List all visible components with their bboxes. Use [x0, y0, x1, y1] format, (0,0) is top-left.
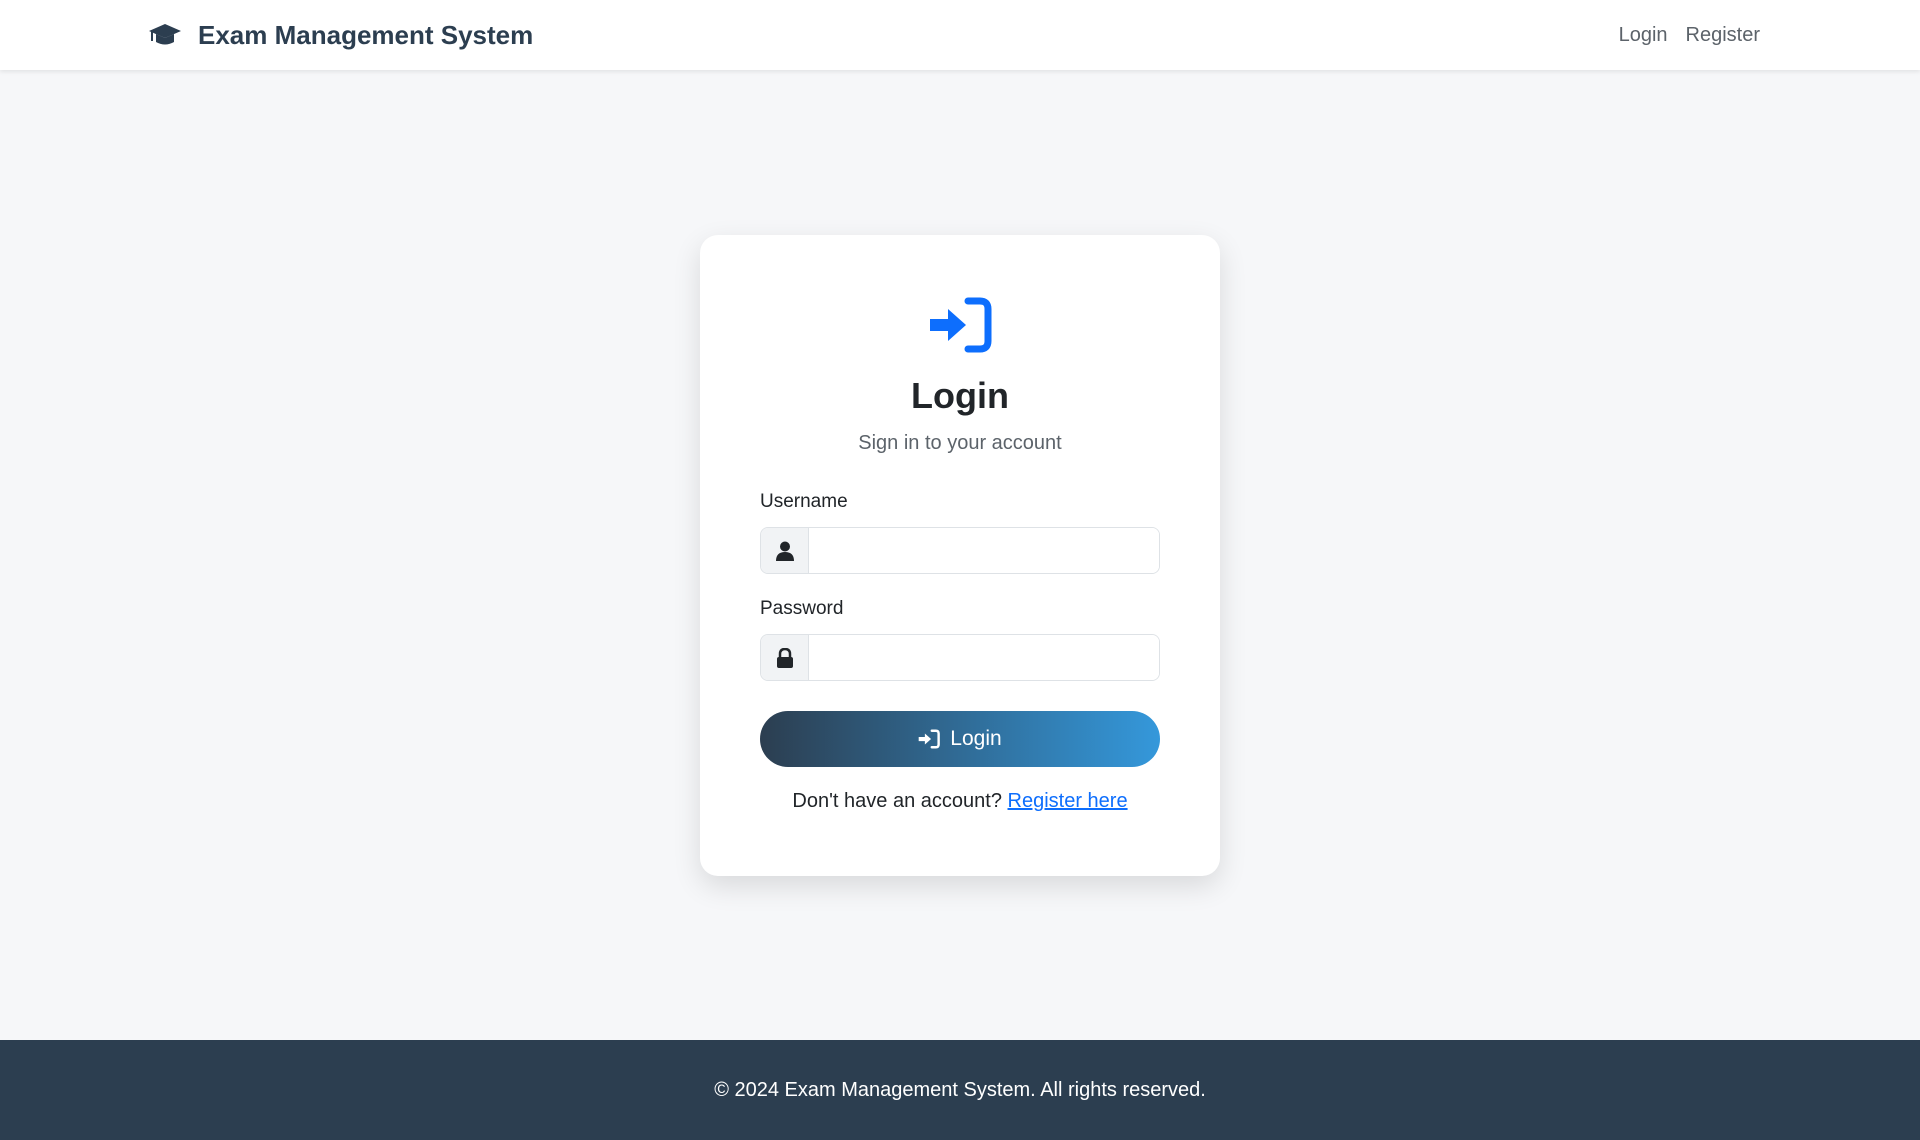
- register-prompt-text: Don't have an account?: [792, 790, 1002, 812]
- sign-in-icon: [918, 729, 941, 749]
- password-input-group: [760, 634, 1160, 681]
- username-input-group: [760, 527, 1160, 574]
- brand-title: Exam Management System: [198, 19, 534, 50]
- graduation-cap-icon: [149, 24, 181, 45]
- nav-register-link[interactable]: Register: [1686, 24, 1760, 47]
- register-prompt: Don't have an account? Register here: [700, 790, 1220, 813]
- login-card: Login Sign in to your account Username P…: [700, 235, 1220, 876]
- username-label: Username: [760, 491, 848, 512]
- password-input[interactable]: [809, 635, 1159, 680]
- username-input[interactable]: [809, 528, 1159, 573]
- nav-login-link[interactable]: Login: [1619, 24, 1668, 47]
- login-button[interactable]: Login: [760, 711, 1160, 767]
- sign-in-icon: [930, 297, 992, 353]
- password-label: Password: [760, 598, 844, 619]
- footer-copyright: © 2024 Exam Management System. All right…: [714, 1078, 1206, 1101]
- brand[interactable]: Exam Management System: [148, 0, 533, 70]
- lock-icon: [761, 635, 809, 680]
- user-icon: [761, 528, 809, 573]
- login-button-label: Login: [950, 727, 1002, 750]
- top-navbar: Exam Management System Login Register: [0, 0, 1920, 70]
- login-subtitle: Sign in to your account: [858, 432, 1062, 454]
- register-here-link[interactable]: Register here: [1008, 790, 1128, 812]
- login-title: Login: [911, 375, 1009, 416]
- footer: © 2024 Exam Management System. All right…: [0, 1040, 1920, 1140]
- nav-links: Login Register: [1619, 0, 1760, 70]
